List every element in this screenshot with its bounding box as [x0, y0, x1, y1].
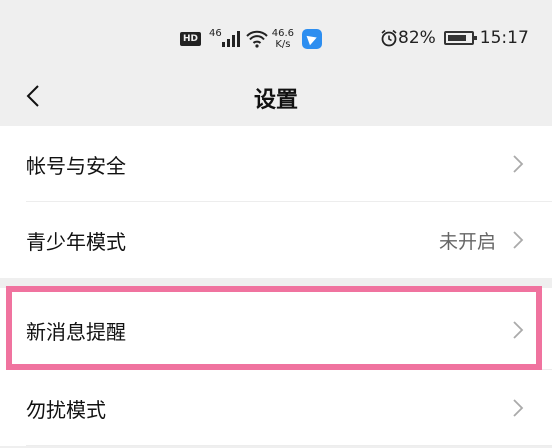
- chevron-right-icon: [513, 155, 524, 173]
- settings-item-label: 勿扰模式: [26, 398, 106, 422]
- status-left-group: HD 46 46.6 K/s: [180, 27, 323, 50]
- divider: [26, 445, 552, 446]
- status-bar: HD 46 46.6 K/s 82% 15:17: [0, 0, 552, 80]
- network-speed: 46.6 K/s: [272, 28, 294, 50]
- speed-value: 46.6: [271, 28, 295, 39]
- network-type-label: 46: [209, 27, 222, 39]
- settings-item-label: 青少年模式: [26, 230, 126, 254]
- page-title: 设置: [253, 88, 298, 113]
- section-gap: [0, 278, 552, 288]
- settings-item-new-message-alerts[interactable]: 新消息提醒: [0, 288, 552, 370]
- settings-item-label: 新消息提醒: [26, 320, 126, 344]
- settings-item-label: 帐号与安全: [26, 154, 126, 178]
- clock-time: 15:17: [479, 28, 529, 48]
- alarm-icon: [381, 29, 397, 47]
- chevron-right-icon: [513, 399, 524, 417]
- chevron-right-icon: [513, 231, 524, 249]
- settings-item-do-not-disturb[interactable]: 勿扰模式: [0, 370, 552, 446]
- settings-item-account-security[interactable]: 帐号与安全: [0, 126, 552, 202]
- settings-item-teen-mode[interactable]: 青少年模式 未开启: [0, 202, 552, 278]
- settings-list: 帐号与安全 青少年模式 未开启 新消息提醒 勿扰模式: [0, 126, 552, 446]
- battery-percent: 82%: [398, 28, 436, 48]
- speed-unit: K/s: [275, 39, 291, 50]
- hd-badge: HD: [180, 32, 202, 46]
- status-right-group: 82% 15:17: [380, 28, 529, 48]
- chevron-right-icon: [513, 321, 524, 339]
- navigation-bar: 设置: [0, 70, 552, 125]
- teen-mode-status: 未开启: [438, 231, 496, 253]
- wifi-icon: [246, 30, 268, 48]
- battery-icon: [443, 31, 477, 45]
- app-notification-icon: [302, 29, 323, 49]
- signal-strength-icon: [221, 31, 240, 47]
